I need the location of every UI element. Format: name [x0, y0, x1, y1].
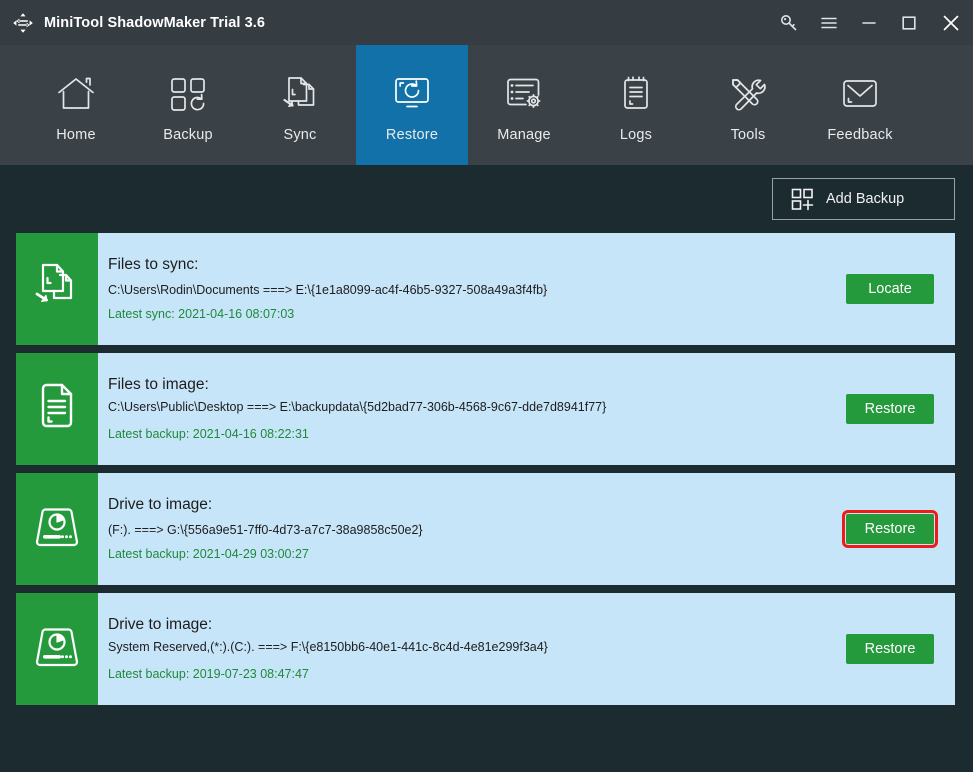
nav-label-backup: Backup [163, 127, 213, 143]
nav-item-logs[interactable]: Logs [580, 45, 692, 165]
restore-monitor-refresh-icon [391, 71, 433, 117]
home-icon [55, 71, 97, 117]
nav-item-backup[interactable]: Backup [132, 45, 244, 165]
nav-item-sync[interactable]: Sync [244, 45, 356, 165]
card-timestamp: Latest backup: 2021-04-16 08:22:31 [108, 426, 309, 441]
sync-documents-arrow-icon [279, 71, 321, 117]
nav-item-restore[interactable]: Restore [356, 45, 468, 165]
backup-task-list: Files to sync: C:\Users\Rodin\Documents … [0, 233, 973, 705]
card-details: Drive to image: System Reserved,(*:).(C:… [98, 593, 825, 705]
add-backup-button[interactable]: Add Backup [772, 178, 955, 220]
nav-item-manage[interactable]: Manage [468, 45, 580, 165]
menu-icon[interactable] [809, 0, 849, 45]
backup-task-card[interactable]: Files to image: C:\Users\Public\Desktop … [16, 353, 955, 465]
nav-label-restore: Restore [385, 127, 439, 143]
card-path: (F:). ===> G:\{556a9e51-7ff0-4d73-a7c7-3… [108, 522, 423, 537]
nav-label-home: Home [56, 127, 96, 143]
card-action-area: Locate [825, 233, 955, 345]
restore-button[interactable]: Restore [846, 394, 934, 424]
tools-wrench-screwdriver-icon [727, 71, 769, 117]
logs-clipboard-icon [615, 71, 657, 117]
card-details: Files to image: C:\Users\Public\Desktop … [98, 353, 825, 465]
hard-drive-icon [30, 622, 84, 677]
window-controls [769, 0, 973, 45]
card-title: Drive to image: [108, 495, 213, 513]
card-title: Drive to image: [108, 616, 213, 634]
card-timestamp: Latest backup: 2019-07-23 08:47:47 [108, 666, 309, 681]
locate-button[interactable]: Locate [846, 274, 934, 304]
card-action-area: Restore [825, 473, 955, 585]
backup-squares-refresh-icon [167, 71, 209, 117]
nav-item-home[interactable]: Home [20, 45, 132, 165]
card-icon-panel [16, 473, 98, 585]
maximize-icon[interactable] [889, 0, 929, 45]
card-icon-panel [16, 353, 98, 465]
nav-item-tools[interactable]: Tools [692, 45, 804, 165]
restore-button[interactable]: Restore [842, 510, 938, 548]
card-title: Files to image: [108, 376, 209, 394]
title-bar: MiniTool ShadowMaker Trial 3.6 [0, 0, 973, 45]
nav-item-feedback[interactable]: Feedback [804, 45, 916, 165]
add-backup-squares-plus-icon [789, 186, 815, 212]
card-details: Files to sync: C:\Users\Rodin\Documents … [98, 233, 825, 345]
manage-list-gear-icon [503, 71, 545, 117]
card-action-area: Restore [825, 353, 955, 465]
minimize-icon[interactable] [849, 0, 889, 45]
restore-button[interactable]: Restore [846, 634, 934, 664]
content-toolbar: Add Backup [0, 165, 973, 233]
card-path: System Reserved,(*:).(C:). ===> F:\{e815… [108, 640, 548, 655]
file-document-icon [32, 380, 82, 439]
card-details: Drive to image: (F:). ===> G:\{556a9e51-… [98, 473, 825, 585]
card-action-area: Restore [825, 593, 955, 705]
nav-label-sync: Sync [283, 127, 317, 143]
close-icon[interactable] [929, 0, 973, 45]
card-path: C:\Users\Public\Desktop ===> E:\backupda… [108, 400, 607, 415]
card-title: Files to sync: [108, 255, 199, 273]
nav-label-tools: Tools [730, 127, 766, 143]
main-navigation: Home Backup Sync Restore Manage Logs Too… [0, 45, 973, 165]
application-window: MiniTool ShadowMaker Trial 3.6 Home Back… [0, 0, 973, 772]
nav-label-logs: Logs [619, 127, 653, 143]
card-path: C:\Users\Rodin\Documents ===> E:\{1e1a80… [108, 282, 548, 297]
four-way-arrow-logo-icon [11, 11, 35, 35]
card-icon-panel [16, 593, 98, 705]
sync-documents-arrow-icon [31, 260, 83, 319]
card-icon-panel [16, 233, 98, 345]
card-timestamp: Latest sync: 2021-04-16 08:07:03 [108, 307, 295, 322]
nav-label-manage: Manage [497, 127, 551, 143]
feedback-envelope-icon [839, 71, 881, 117]
nav-label-feedback: Feedback [827, 127, 893, 143]
add-backup-label: Add Backup [826, 191, 905, 207]
backup-task-card[interactable]: Files to sync: C:\Users\Rodin\Documents … [16, 233, 955, 345]
key-icon[interactable] [769, 0, 809, 45]
backup-task-card[interactable]: Drive to image: (F:). ===> G:\{556a9e51-… [16, 473, 955, 585]
content-area: Add Backup Files to sync: C:\Users\Rodin… [0, 165, 973, 772]
hard-drive-icon [30, 502, 84, 557]
backup-task-card[interactable]: Drive to image: System Reserved,(*:).(C:… [16, 593, 955, 705]
window-title: MiniTool ShadowMaker Trial 3.6 [44, 14, 266, 31]
card-timestamp: Latest backup: 2021-04-29 03:00:27 [108, 547, 309, 562]
